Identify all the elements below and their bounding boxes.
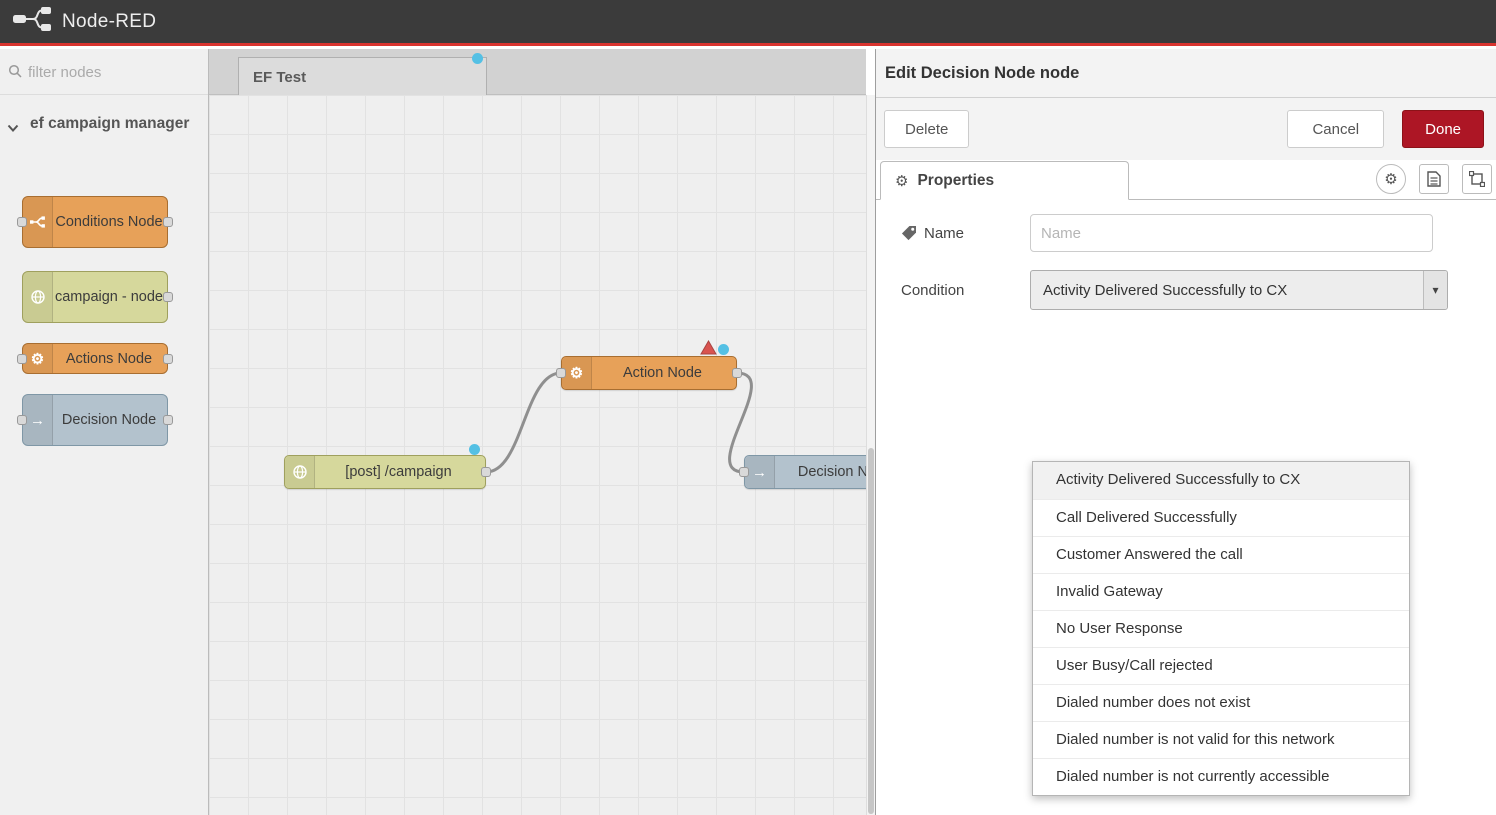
- dropdown-option[interactable]: Customer Answered the call: [1033, 536, 1409, 573]
- done-button[interactable]: Done: [1402, 110, 1484, 148]
- tab-label: EF Test: [253, 69, 306, 86]
- dropdown-option[interactable]: Dialed number is not valid for this netw…: [1033, 721, 1409, 758]
- canvas-node-decision[interactable]: → Decision Node: [744, 455, 866, 489]
- palette-node-label: Conditions Node: [53, 197, 165, 247]
- dropdown-option[interactable]: Dialed number is not currently accessibl…: [1033, 758, 1409, 795]
- frame-icon: [1469, 171, 1485, 187]
- canvas-node-post-campaign[interactable]: [post] /campaign: [284, 455, 486, 489]
- palette-node-label: Decision Node: [53, 395, 165, 445]
- tab-ef-test[interactable]: EF Test: [238, 57, 487, 96]
- canvas-node-label: Decision Node: [775, 456, 866, 488]
- globe-icon: [23, 272, 53, 322]
- tab-properties-label: Properties: [917, 172, 994, 190]
- canvas-node-label: [post] /campaign: [315, 456, 482, 488]
- arrow-icon: →: [745, 456, 775, 488]
- input-port: [17, 354, 27, 364]
- input-port[interactable]: [556, 368, 566, 378]
- tab-properties[interactable]: ⚙ Properties: [880, 161, 1129, 200]
- palette-category-label: ef campaign manager: [30, 115, 189, 132]
- wire[interactable]: [486, 373, 561, 472]
- dropdown-option[interactable]: Invalid Gateway: [1033, 573, 1409, 610]
- chevron-down-icon: ▾: [1423, 271, 1447, 309]
- delete-button[interactable]: Delete: [884, 110, 969, 148]
- condition-label: Condition: [901, 282, 1030, 299]
- palette-search-input[interactable]: [28, 60, 198, 84]
- flow-tab-bar: EF Test: [209, 49, 866, 95]
- tag-icon: [901, 226, 916, 241]
- edit-toolbar: Delete Cancel Done: [876, 98, 1496, 160]
- globe-icon: [285, 456, 315, 488]
- output-port[interactable]: [481, 467, 491, 477]
- edit-tab-buttons: ⚙: [1376, 164, 1496, 194]
- input-port[interactable]: [739, 467, 749, 477]
- dropdown-option[interactable]: No User Response: [1033, 610, 1409, 647]
- document-icon: [1427, 171, 1441, 187]
- palette-search: [0, 49, 208, 95]
- palette-node-campaign[interactable]: campaign - node: [22, 271, 168, 323]
- search-icon: [8, 64, 22, 78]
- palette-node-decision[interactable]: → Decision Node: [22, 394, 168, 446]
- main-area: ef campaign manager Conditions Node: [0, 49, 1496, 815]
- palette-node-conditions[interactable]: Conditions Node: [22, 196, 168, 248]
- dropdown-option[interactable]: Activity Delivered Successfully to CX: [1033, 462, 1409, 499]
- condition-selected-value: Activity Delivered Successfully to CX: [1043, 282, 1287, 299]
- edit-tabs-row: ⚙ Properties ⚙: [876, 160, 1496, 200]
- gear-icon: ⚙: [1384, 170, 1397, 188]
- input-port: [17, 217, 27, 227]
- edit-dialog-title: Edit Decision Node node: [876, 49, 1496, 98]
- app-title: Node-RED: [62, 11, 156, 33]
- canvas-node-label: Action Node: [592, 357, 733, 389]
- gear-icon: ⚙: [895, 172, 908, 190]
- output-port: [163, 292, 173, 302]
- node-settings-button[interactable]: ⚙: [1376, 164, 1406, 194]
- input-port: [17, 415, 27, 425]
- canvas-node-action[interactable]: ⚙ Action Node: [561, 356, 737, 390]
- scrollbar-thumb[interactable]: [868, 448, 874, 814]
- palette-node-actions[interactable]: ⚙ Actions Node: [22, 343, 168, 374]
- description-button[interactable]: [1419, 164, 1449, 194]
- dropdown-option[interactable]: Dialed number does not exist: [1033, 684, 1409, 721]
- unsaved-changes-dot: [472, 53, 483, 64]
- palette-node-label: campaign - node: [53, 272, 165, 322]
- appearance-button[interactable]: [1462, 164, 1492, 194]
- edit-tray: Edit Decision Node node Delete Cancel Do…: [875, 49, 1496, 815]
- palette-category-header[interactable]: ef campaign manager: [0, 95, 208, 147]
- canvas-scrollbar[interactable]: [866, 95, 875, 815]
- dropdown-option[interactable]: Call Delivered Successfully: [1033, 499, 1409, 536]
- name-row: Name: [901, 214, 1496, 252]
- changed-badge-dot: [469, 444, 480, 455]
- gear-icon: ⚙: [562, 357, 592, 389]
- cancel-button[interactable]: Cancel: [1287, 110, 1384, 148]
- error-badge-icon: [700, 340, 717, 355]
- condition-row: Condition Activity Delivered Successfull…: [901, 270, 1496, 310]
- flow-canvas[interactable]: ⚙ Action Node [post] /campaign: [209, 95, 866, 815]
- palette-sidebar: ef campaign manager Conditions Node: [0, 49, 209, 815]
- name-input[interactable]: [1030, 214, 1433, 252]
- output-port: [163, 354, 173, 364]
- workspace: EF Test ⚙ Action Node: [209, 49, 875, 815]
- fork-icon: [23, 197, 53, 247]
- palette-node-label: Actions Node: [53, 344, 165, 373]
- name-label: Name: [901, 225, 1030, 242]
- chevron-down-icon: [7, 117, 19, 140]
- condition-dropdown: Activity Delivered Successfully to CX Ca…: [1032, 461, 1410, 796]
- arrow-icon: →: [23, 395, 53, 445]
- changed-badge-dot: [718, 344, 729, 355]
- output-port: [163, 217, 173, 227]
- node-red-logo-icon: [12, 6, 52, 37]
- condition-select[interactable]: Activity Delivered Successfully to CX ▾: [1030, 270, 1448, 310]
- edit-form: Name Condition Activity Delivered Succes…: [876, 200, 1496, 310]
- output-port[interactable]: [732, 368, 742, 378]
- output-port: [163, 415, 173, 425]
- dropdown-option[interactable]: User Busy/Call rejected: [1033, 647, 1409, 684]
- app-header: Node-RED: [0, 0, 1496, 46]
- gear-icon: ⚙: [23, 344, 53, 373]
